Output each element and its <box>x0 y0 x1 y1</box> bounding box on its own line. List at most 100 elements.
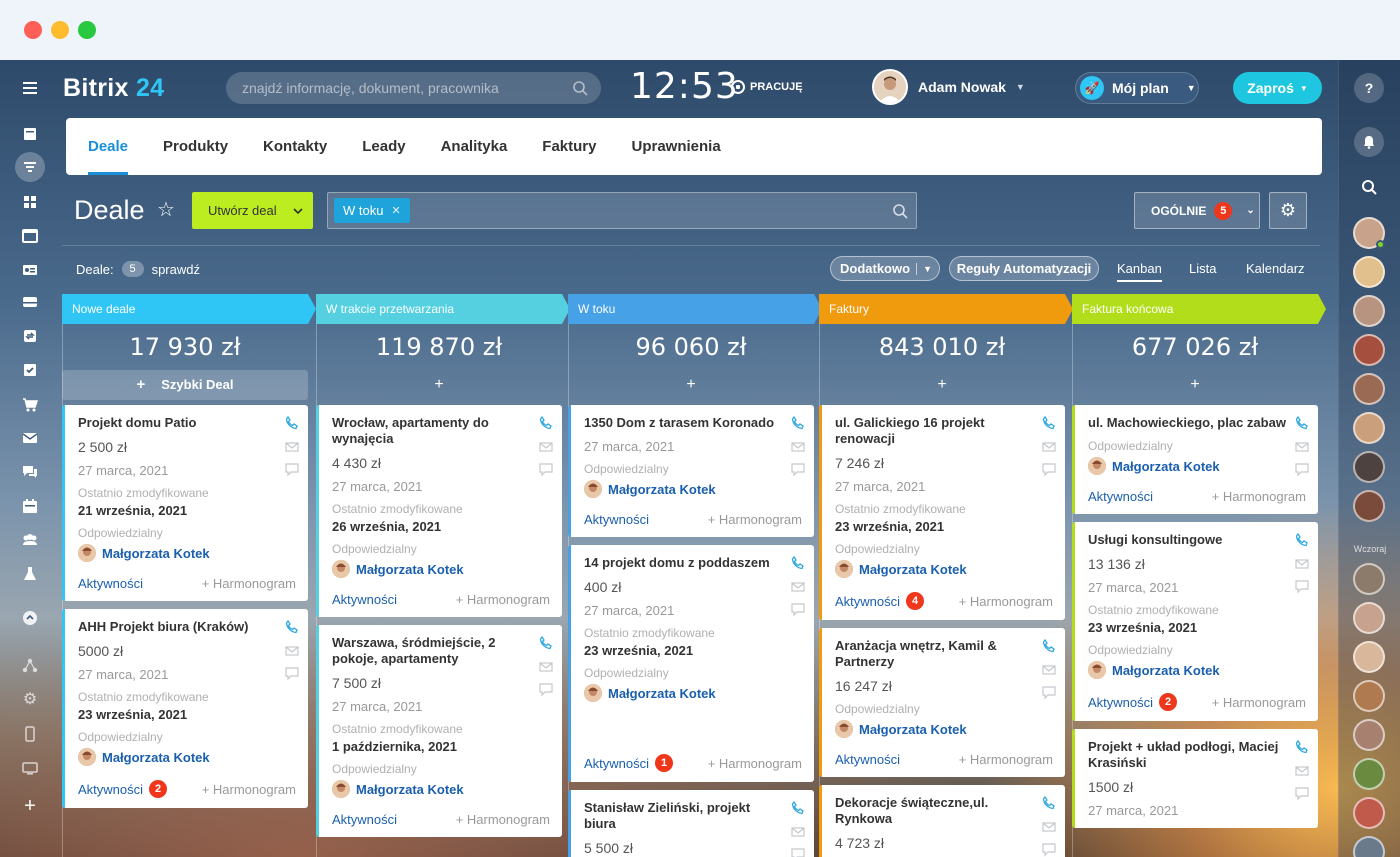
add-deal-button[interactable]: + <box>568 370 814 400</box>
clock[interactable]: 12:53 <box>630 66 739 107</box>
contact-avatar[interactable] <box>1353 412 1385 444</box>
phone-icon[interactable] <box>284 415 300 431</box>
help-icon[interactable]: ? <box>1354 73 1384 103</box>
favorite-star-icon[interactable]: ☆ <box>157 200 177 220</box>
chat-icon[interactable] <box>790 601 806 617</box>
deal-title[interactable]: ul. Machowieckiego, plac zabaw <box>1088 415 1288 431</box>
contact-avatar[interactable] <box>1353 490 1385 522</box>
create-deal-button[interactable]: Utwórz deal <box>192 192 313 229</box>
settings-gear-icon[interactable]: ⚙ <box>20 690 40 710</box>
schedule-link[interactable]: + Harmonogram <box>708 512 802 527</box>
responsible-person[interactable]: Małgorzata Kotek <box>1088 661 1306 679</box>
filter-chip[interactable]: W toku ✕ <box>334 198 410 223</box>
window-icon[interactable] <box>20 226 40 246</box>
mail-icon[interactable] <box>1041 819 1057 835</box>
schedule-link[interactable]: + Harmonogram <box>202 782 296 797</box>
phone-icon[interactable] <box>1294 739 1310 755</box>
column-header[interactable]: Faktura końcowa <box>1072 294 1326 324</box>
automation-rules-button[interactable]: Reguły Automatyzacji <box>949 256 1099 281</box>
deal-title[interactable]: Usługi konsultingowe <box>1088 532 1288 548</box>
chat-icon[interactable] <box>1294 461 1310 477</box>
deal-card[interactable]: Aranżacja wnętrz, Kamil & Partnerzy 16 24… <box>819 628 1065 777</box>
maximize-window-button[interactable] <box>78 21 96 39</box>
desktop-icon[interactable] <box>20 758 40 778</box>
grid-icon[interactable] <box>20 192 40 212</box>
deal-card[interactable]: AHH Projekt biura (Kraków) 5000 zł 27 marc… <box>62 609 308 808</box>
activities-link[interactable]: Aktywności 2 <box>1088 693 1178 711</box>
search-icon[interactable] <box>572 80 588 96</box>
responsible-person[interactable]: Małgorzata Kotek <box>1088 457 1306 475</box>
schedule-link[interactable]: + Harmonogram <box>1212 489 1306 504</box>
calendar-icon[interactable] <box>20 496 40 516</box>
quick-deal-button[interactable]: + Szybki Deal <box>62 370 308 400</box>
settings-gear-button[interactable]: ⚙ <box>1269 192 1307 229</box>
deal-card[interactable]: ul. Machowieckiego, plac zabaw Odpowiedzi… <box>1072 405 1318 514</box>
contact-avatar[interactable] <box>1353 758 1385 790</box>
phone-icon[interactable] <box>790 800 806 816</box>
deal-card[interactable]: Stanisław Zieliński, projekt biura 5 500 … <box>568 790 814 857</box>
column-header[interactable]: W toku <box>568 294 822 324</box>
deal-title[interactable]: Aranżacja wnętrz, Kamil & Partnerzy <box>835 638 1035 670</box>
global-search-input[interactable] <box>226 72 601 104</box>
chat-icon[interactable] <box>20 462 40 482</box>
phone-icon[interactable] <box>538 635 554 651</box>
deal-card[interactable]: Dekoracje świąteczne,ul. Rynkowa 4 723 zł… <box>819 785 1065 857</box>
responsible-person[interactable]: Małgorzata Kotek <box>332 560 550 578</box>
schedule-link[interactable]: + Harmonogram <box>1212 695 1306 710</box>
deal-title[interactable]: Projekt domu Patio <box>78 415 278 431</box>
tab-kontakty[interactable]: Kontakty <box>263 118 327 175</box>
activities-link[interactable]: Aktywności <box>78 576 143 591</box>
mail-icon[interactable] <box>1041 662 1057 678</box>
deal-card[interactable]: 1350 Dom z tarasem Koronado 27 marca, 202… <box>568 405 814 537</box>
close-icon[interactable]: ✕ <box>391 204 400 217</box>
activities-link[interactable]: Aktywności 1 <box>584 754 674 772</box>
tab-deale[interactable]: Deale <box>88 118 129 175</box>
column-header[interactable]: Nowe deale <box>62 294 316 324</box>
contact-avatar[interactable] <box>1353 641 1385 673</box>
deal-card[interactable]: Usługi konsultingowe 13 136 zł 27 marca, 2… <box>1072 522 1318 721</box>
search-icon[interactable] <box>892 203 908 219</box>
mail-icon[interactable] <box>538 439 554 455</box>
responsible-person[interactable]: Małgorzata Kotek <box>835 720 1053 738</box>
tab-produkty[interactable]: Produkty <box>163 118 228 175</box>
schedule-link[interactable]: + Harmonogram <box>959 752 1053 767</box>
schedule-link[interactable]: + Harmonogram <box>202 576 296 591</box>
deal-title[interactable]: Warszawa, śródmiejście, 2 pokoje, aparta… <box>332 635 532 667</box>
feed-icon[interactable] <box>20 124 40 144</box>
contact-card-icon[interactable] <box>20 260 40 280</box>
contact-avatar[interactable] <box>1353 680 1385 712</box>
contact-avatar[interactable] <box>1353 602 1385 634</box>
view-lista[interactable]: Lista <box>1189 261 1216 276</box>
user-menu[interactable]: Adam Nowak ▼ <box>872 69 1025 105</box>
deal-card[interactable]: Wrocław, apartamenty do wynajęcia 4 430 z… <box>316 405 562 617</box>
add-deal-button[interactable]: + <box>316 370 562 400</box>
chat-icon[interactable] <box>1041 841 1057 857</box>
phone-icon[interactable] <box>790 415 806 431</box>
chat-icon[interactable] <box>1294 785 1310 801</box>
responsible-person[interactable]: Małgorzata Kotek <box>332 780 550 798</box>
phone-icon[interactable] <box>284 619 300 635</box>
crm-filter-icon[interactable] <box>15 152 45 182</box>
network-icon[interactable] <box>20 656 40 676</box>
menu-icon[interactable] <box>20 78 40 98</box>
check-link[interactable]: sprawdź <box>152 262 200 277</box>
responsible-person[interactable]: Małgorzata Kotek <box>78 544 296 562</box>
phone-icon[interactable] <box>1041 795 1057 811</box>
mail-icon[interactable] <box>284 643 300 659</box>
chevron-down-icon[interactable] <box>293 207 303 215</box>
activities-link[interactable]: Aktywności <box>332 812 397 827</box>
chat-icon[interactable] <box>790 846 806 857</box>
mobile-icon[interactable] <box>20 724 40 744</box>
filter-search-field[interactable]: W toku ✕ <box>327 192 917 229</box>
activities-link[interactable]: Aktywności <box>332 592 397 607</box>
phone-icon[interactable] <box>1041 638 1057 654</box>
chat-icon[interactable] <box>1041 461 1057 477</box>
deal-title[interactable]: AHH Projekt biura (Kraków) <box>78 619 278 635</box>
add-deal-button[interactable]: + <box>1072 370 1318 400</box>
activities-link[interactable]: Aktywności 2 <box>78 780 168 798</box>
mail-icon[interactable] <box>1294 556 1310 572</box>
search-icon[interactable] <box>1354 172 1384 202</box>
mail-icon[interactable] <box>20 428 40 448</box>
responsible-person[interactable]: Małgorzata Kotek <box>835 560 1053 578</box>
add-deal-button[interactable]: + <box>819 370 1065 400</box>
